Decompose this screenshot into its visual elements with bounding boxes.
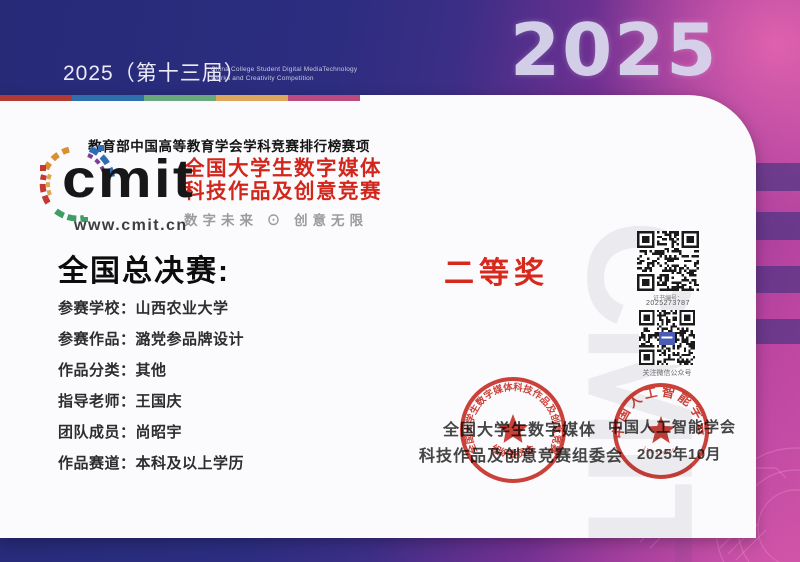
strip-band bbox=[756, 266, 800, 293]
detail-row: 参赛学校：山西农业大学 bbox=[58, 301, 244, 317]
detail-value: 尚昭宇 bbox=[135, 424, 183, 441]
competition-title-line1: 全国大学生数字媒体 bbox=[184, 157, 382, 180]
detail-row: 参赛作品：潞党参品牌设计 bbox=[58, 332, 244, 348]
detail-row: 作品分类：其他 bbox=[58, 363, 244, 379]
detail-row: 作品赛道：本科及以上学历 bbox=[58, 456, 244, 472]
competition-title-cn: 全国大学生数字媒体 科技作品及创意竞赛 bbox=[184, 157, 382, 203]
detail-row: 指导老师：王国庆 bbox=[58, 394, 244, 410]
seal-bottom-text: 组织委员会 bbox=[489, 442, 537, 460]
stripe-segment bbox=[216, 95, 288, 101]
detail-value: 潞党参品牌设计 bbox=[135, 331, 245, 348]
qr-code-wechat bbox=[639, 310, 695, 365]
detail-value: 王国庆 bbox=[135, 393, 183, 410]
stripe-segment bbox=[72, 95, 144, 101]
qr-code-certificate bbox=[637, 231, 699, 291]
organizer-seal: 全国大学生数字媒体科技作品及创意竞赛 组织委员会 bbox=[460, 377, 566, 483]
competition-name-english: China College Student Digital MediaTechn… bbox=[211, 66, 357, 83]
competition-name-english-line2: Works and Creativity Competition bbox=[211, 74, 314, 82]
cmit-wordmark: cmit bbox=[62, 149, 196, 209]
strip-band bbox=[756, 319, 800, 344]
final-stage-label: 全国总决赛: bbox=[58, 255, 230, 288]
svg-text:组织委员会: 组织委员会 bbox=[489, 442, 537, 460]
decorative-stripe bbox=[0, 95, 360, 101]
strip-band bbox=[756, 212, 800, 240]
seal-star-icon bbox=[497, 414, 529, 443]
strip-band bbox=[756, 163, 800, 191]
stripe-segment bbox=[144, 95, 216, 101]
stripe-segment bbox=[288, 95, 360, 101]
detail-label: 团队成员： bbox=[58, 424, 136, 441]
detail-value: 山西农业大学 bbox=[135, 300, 229, 317]
slogan: 数字未来 ⊙ 创意无限 bbox=[184, 213, 369, 228]
detail-label: 作品分类： bbox=[58, 362, 136, 379]
co-organizer-seal: 中国人工智能学会 11010363856 bbox=[610, 383, 709, 479]
detail-label: 指导老师： bbox=[58, 393, 136, 410]
competition-title-line2: 科技作品及创意竞赛 bbox=[184, 180, 382, 203]
detail-row: 团队成员：尚昭宇 bbox=[58, 425, 244, 441]
stripe-segment bbox=[0, 95, 72, 101]
svg-text:11010363856: 11010363856 bbox=[642, 445, 679, 455]
certificate-card: CMIT 教育部中国高等教育学会学科竞赛排行榜赛项 cmit www.cmit.… bbox=[0, 95, 756, 562]
website-url: www.cmit.cn bbox=[74, 217, 188, 234]
detail-value: 本科及以上学历 bbox=[135, 455, 245, 472]
competition-name-english-line1: China College Student Digital MediaTechn… bbox=[211, 66, 358, 73]
seal-serial-text: 11010363856 bbox=[642, 445, 678, 455]
certificate-number: 2025273787 bbox=[646, 300, 690, 307]
detail-label: 参赛学校： bbox=[58, 300, 136, 317]
big-year-graphic: 2025 bbox=[510, 8, 719, 92]
certificate-screenshot: 2025（第十三届） China College Student Digital… bbox=[0, 0, 800, 562]
seal-star-icon bbox=[646, 416, 676, 444]
detail-value: 其他 bbox=[135, 362, 167, 379]
award-prize: 二等奖 bbox=[444, 257, 549, 290]
detail-label: 参赛作品： bbox=[58, 331, 136, 348]
details-list: 参赛学校：山西农业大学 参赛作品：潞党参品牌设计 作品分类：其他 指导老师：王国庆 团队… bbox=[58, 301, 244, 487]
wechat-caption: 关注微信公众号 bbox=[642, 370, 692, 377]
detail-label: 作品赛道： bbox=[58, 455, 136, 472]
